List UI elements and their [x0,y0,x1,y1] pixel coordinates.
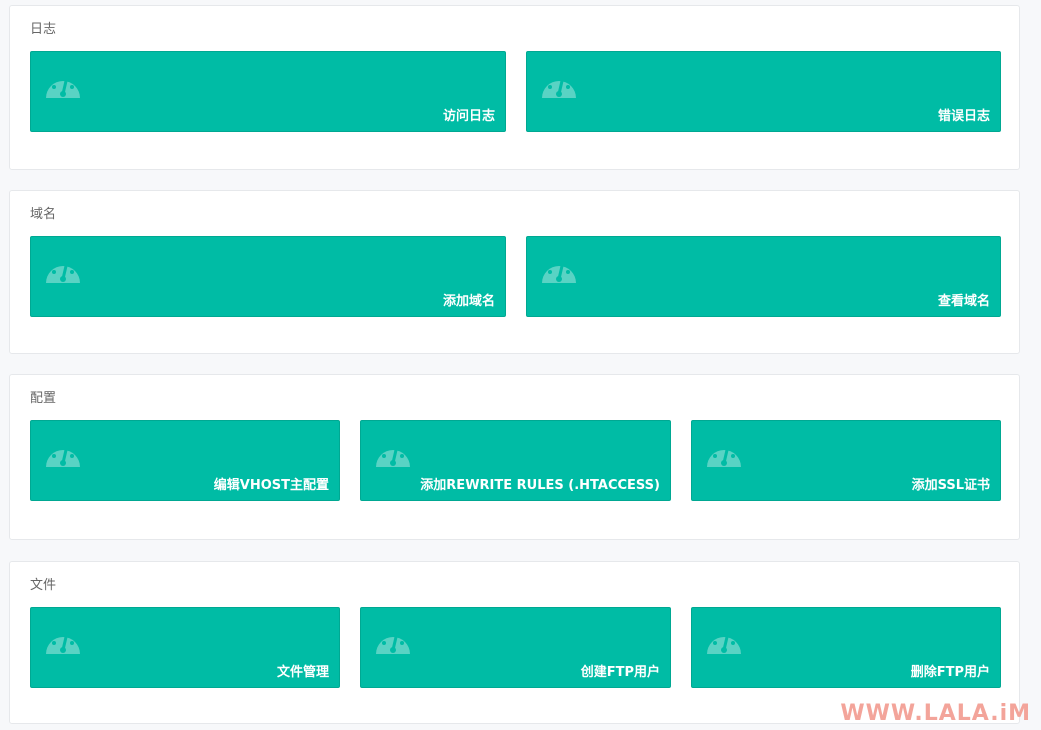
error-log-tile[interactable]: 错误日志 [526,51,1001,132]
dashboard-gauge-icon [707,442,741,467]
dashboard-gauge-icon [542,73,576,98]
tile-label: 访问日志 [442,109,495,124]
file-section: 文件 文件管理 创建FTP用户 删除FTP用户 [9,561,1020,724]
watermark: WWW.LALA.iM [840,701,1031,726]
delete-ftp-user-tile[interactable]: 删除FTP用户 [691,607,1001,688]
domain-section: 域名 添加域名 查看域名 [9,190,1020,354]
file-manager-tile[interactable]: 文件管理 [30,607,340,688]
tile-label: 添加SSL证书 [911,478,990,493]
tile-label: 创建FTP用户 [580,665,660,680]
section-title-file: 文件 [30,578,57,593]
dashboard-gauge-icon [46,442,80,467]
dashboard-gauge-icon [376,442,410,467]
tile-label: 删除FTP用户 [910,665,990,680]
tile-label: 查看域名 [937,294,990,309]
create-ftp-user-tile[interactable]: 创建FTP用户 [360,607,671,688]
section-title-domain: 域名 [30,207,57,222]
tile-label: 错误日志 [937,109,990,124]
config-section: 配置 编辑VHOST主配置 添加REWRITE RULES (.HTACCESS… [9,374,1020,540]
tile-label: 添加REWRITE RULES (.HTACCESS) [420,478,660,493]
dashboard-gauge-icon [46,73,80,98]
section-title-log: 日志 [30,22,57,37]
tile-label: 文件管理 [276,665,329,680]
dashboard-gauge-icon [376,629,410,654]
section-title-config: 配置 [30,391,57,406]
dashboard-gauge-icon [542,258,576,283]
add-rewrite-tile[interactable]: 添加REWRITE RULES (.HTACCESS) [360,420,671,501]
access-log-tile[interactable]: 访问日志 [30,51,506,132]
dashboard-gauge-icon [46,629,80,654]
tile-label: 编辑VHOST主配置 [213,478,329,493]
dashboard-gauge-icon [707,629,741,654]
tile-label: 添加域名 [442,294,495,309]
add-ssl-tile[interactable]: 添加SSL证书 [691,420,1001,501]
view-domain-tile[interactable]: 查看域名 [526,236,1001,317]
add-domain-tile[interactable]: 添加域名 [30,236,506,317]
log-section: 日志 访问日志 错误日志 [9,5,1020,170]
edit-vhost-tile[interactable]: 编辑VHOST主配置 [30,420,340,501]
dashboard-gauge-icon [46,258,80,283]
